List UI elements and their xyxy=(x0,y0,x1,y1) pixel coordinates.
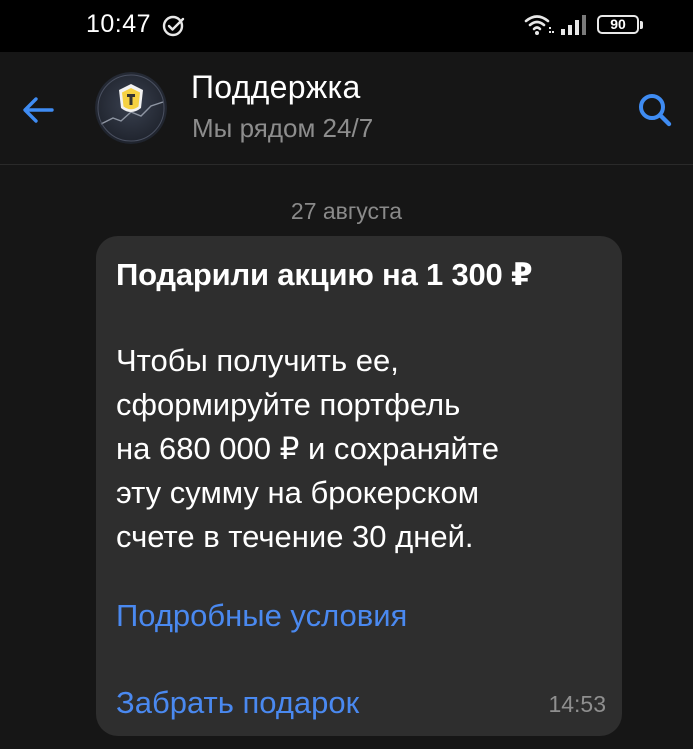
battery-icon: 90 xyxy=(597,13,647,37)
search-icon[interactable] xyxy=(632,88,676,132)
back-arrow-icon[interactable] xyxy=(16,88,60,132)
message-body: Чтобы получить ее, сформируйте портфель … xyxy=(116,339,611,559)
wifi-icon xyxy=(524,15,554,35)
status-time: 10:47 xyxy=(86,10,152,38)
battery-level: 90 xyxy=(610,16,626,32)
claim-gift-link[interactable]: Забрать подарок xyxy=(116,685,359,721)
message-body-line: эту сумму на брокерском xyxy=(116,475,480,510)
conditions-link[interactable]: Подробные условия xyxy=(116,598,407,634)
chat-screen: 10:47 90 Поддержка Мы рядом 24/7 27 авгу… xyxy=(0,0,693,749)
chat-title: Поддержка xyxy=(191,69,361,105)
message-body-line: сформируйте портфель xyxy=(116,387,461,422)
date-separator: 27 августа xyxy=(290,198,403,224)
message-body-line: Чтобы получить ее, xyxy=(116,343,399,378)
chat-header: Поддержка Мы рядом 24/7 xyxy=(0,52,693,165)
message-title: Подарили акцию на 1 300 ₽ xyxy=(116,257,533,292)
message-bubble: Подарили акцию на 1 300 ₽ Чтобы получить… xyxy=(96,236,622,736)
message-body-line: счете в течение 30 дней. xyxy=(116,519,474,554)
avatar[interactable] xyxy=(95,72,167,144)
status-bar: 10:47 90 xyxy=(0,0,693,52)
check-circle-icon xyxy=(162,15,185,37)
message-body-line: на 680 000 ₽ и сохраняйте xyxy=(116,431,499,466)
chat-subtitle: Мы рядом 24/7 xyxy=(192,113,374,143)
message-time: 14:53 xyxy=(548,691,606,717)
signal-icon xyxy=(561,15,586,35)
